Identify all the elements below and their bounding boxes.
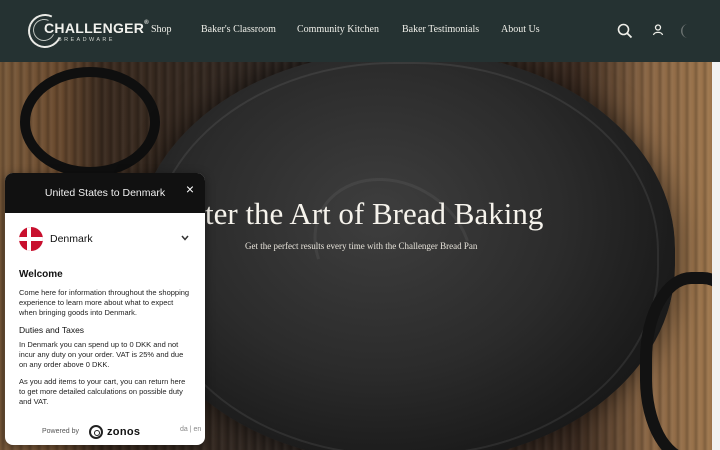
zonos-wordmark[interactable]: zonos — [107, 426, 140, 438]
duties-text: In Denmark you can spend up to 0 DKK and… — [19, 340, 184, 369]
nav-about-us[interactable]: About Us — [501, 24, 540, 35]
brand-logo[interactable]: CHALLENGER® BREADWARE — [23, 9, 149, 53]
nav-community-kitchen[interactable]: Community Kitchen — [297, 24, 379, 35]
hero-subtitle: Get the perfect results every time with … — [245, 241, 478, 251]
hero-title: ter the Art of Bread Baking — [205, 196, 544, 231]
language-switcher[interactable]: da | en — [180, 426, 201, 433]
duties-heading: Duties and Taxes — [19, 325, 85, 335]
logo-wordmark: CHALLENGER® — [44, 20, 149, 36]
search-icon[interactable] — [617, 23, 633, 39]
welcome-heading: Welcome — [19, 269, 63, 280]
zonos-logo-icon — [89, 425, 103, 439]
cart-info-text: As you add items to your cart, you can r… — [19, 377, 186, 406]
denmark-flag-icon — [19, 227, 43, 251]
logo-subtitle: BREADWARE — [58, 37, 115, 43]
powered-by-label: Powered by — [42, 428, 79, 435]
account-icon[interactable] — [652, 24, 664, 36]
nav-bakers-classroom[interactable]: Baker's Classroom — [201, 24, 276, 35]
site-header: CHALLENGER® BREADWARE Shop Baker's Class… — [0, 0, 720, 62]
close-icon[interactable]: × — [183, 182, 197, 196]
nav-shop[interactable]: Shop — [151, 24, 172, 35]
pan-handle-left — [20, 67, 160, 177]
modal-header: United States to Denmark × — [5, 173, 205, 213]
theme-toggle-icon[interactable] — [679, 23, 693, 39]
country-name: Denmark — [50, 233, 93, 245]
zonos-welcome-modal: United States to Denmark × Denmark Welco… — [5, 173, 205, 445]
welcome-text: Come here for information throughout the… — [19, 288, 190, 317]
chevron-down-icon — [181, 235, 189, 241]
country-selector[interactable]: Denmark — [5, 213, 205, 263]
nav-baker-testimonials[interactable]: Baker Testimonials — [402, 24, 479, 35]
modal-title: United States to Denmark — [44, 187, 166, 199]
page-scrollbar[interactable] — [712, 62, 720, 450]
modal-footer: Powered by zonos da | en — [5, 419, 205, 445]
